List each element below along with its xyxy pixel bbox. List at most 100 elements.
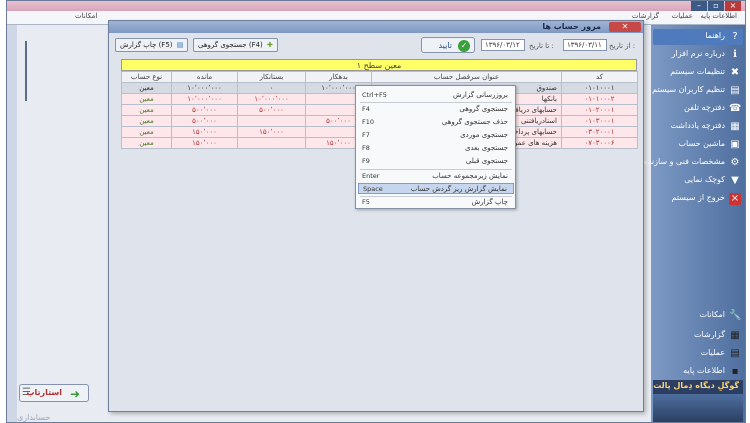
sidebar-item-notebook[interactable]: ▦ دفترچه یادداشت [653, 119, 743, 135]
exit-icon: × [729, 193, 741, 205]
confirm-label: تایید [438, 41, 452, 50]
phonebook-icon: ☎ [729, 103, 742, 114]
sidebar-item-label: راهنما [705, 31, 725, 40]
ctx-print-report[interactable]: چاپ گزارش F5 [358, 197, 514, 208]
window-controls: – ▫ × [691, 1, 741, 11]
ctx-shortcut: Ctrl+F5 [362, 91, 387, 99]
cell-kind: معین [121, 82, 172, 94]
ctx-shortcut: F9 [362, 157, 370, 165]
sidebar-item-label: درباره نرم افزار [671, 49, 725, 58]
close-report-button[interactable]: ✕ [609, 22, 641, 32]
confirm-button[interactable]: تایید ✓ [421, 37, 475, 53]
operations-icon: ▤ [730, 348, 740, 359]
cell-code: ۰۱۰۲۰۰۰۱ [561, 104, 638, 116]
close-window-button[interactable]: × [725, 1, 741, 11]
cell-code: ۰۱۰۱۰۰۰۲ [561, 93, 638, 105]
sidebar-bottom-reports[interactable]: ▦ گزارشات [653, 329, 743, 343]
ctx-label: نمایش گزارش ریز گردش حساب [410, 185, 507, 193]
specs-icon: ⚙ [730, 157, 740, 168]
group-search-button[interactable]: جستجوی گروهی (F4) ✚ [193, 38, 278, 52]
table-header-row: نوع حساب مانده بستانکار بدهکار عنوان سرف… [121, 71, 638, 83]
menu-reports[interactable]: گزارشات [632, 12, 659, 20]
cell-code: ۰۱۰۱۰۰۰۱ [561, 82, 638, 94]
cell-credit: ۰ [237, 82, 306, 94]
sidebar-item-users[interactable]: ▤ تنظیم کاربران سیستم [652, 83, 743, 99]
print-report-button[interactable]: چاپ گزارش (F5) ▤ [115, 38, 189, 52]
sidebar-item-exit[interactable]: × خروج از سیستم [653, 191, 743, 207]
sidebar-item-label: تنظیمات سیستم [670, 67, 725, 76]
ctx-next-search[interactable]: جستجوی بعدی F8 [358, 143, 514, 154]
level-title: معین سطح ۱ [121, 59, 637, 71]
sidebar-bottom-tools[interactable]: 🔧 امکانات [653, 309, 743, 323]
account-review-window: مرور حساب ها ✕ چاپ گزارش (F5) ▤ جستجوی گ… [108, 20, 644, 412]
col-title[interactable]: عنوان سرفصل حساب [371, 71, 562, 83]
col-credit[interactable]: بستانکار [237, 71, 306, 83]
sidebar-bottom-base-info[interactable]: ▪ اطلاعات پایه [653, 365, 743, 379]
sidebar-item-label: مشخصات فنی و سازنده [643, 157, 725, 166]
minimize-window-button[interactable]: – [691, 1, 707, 11]
sidebar-item-label: تنظیم کاربران سیستم [652, 85, 725, 94]
reports-icon: ▦ [730, 330, 740, 341]
brand-banner: گوگلِ دیگاه دِمال پالت [653, 380, 743, 394]
from-date-label: از تاریخ : [609, 42, 636, 50]
ctx-label: بروزرسانی گزارش [452, 91, 508, 99]
ctx-shortcut: F10 [362, 118, 375, 126]
ctx-item-search[interactable]: جستجوی موردی F7 [358, 130, 514, 141]
col-debit[interactable]: بدهکار [305, 71, 372, 83]
cell-balance: ۱۰٬۰۰۰٬۰۰۰ [171, 82, 238, 94]
ctx-divider [360, 169, 512, 170]
sidebar-item-about[interactable]: ℹ درباره نرم افزار [653, 47, 743, 63]
restore-window-button[interactable]: ▫ [708, 1, 724, 11]
ctx-label: جستجوی گروهی [459, 105, 508, 113]
col-code[interactable]: کد [561, 71, 638, 83]
cell-balance: ۱۵۰٬۰۰۰ [171, 137, 238, 149]
sidebar-item-settings[interactable]: ✖ تنظیمات سیستم [653, 65, 743, 81]
ctx-group-search[interactable]: جستجوی گروهی F4 [358, 104, 514, 115]
col-balance[interactable]: مانده [171, 71, 238, 83]
cell-balance: ۱۵۰٬۰۰۰ [171, 126, 238, 138]
ctx-shortcut: Enter [362, 172, 380, 180]
startup-button[interactable]: ☰ استارتاپ ➜ [19, 384, 89, 402]
ctx-divider [360, 102, 512, 103]
ctx-previous-search[interactable]: جستجوی قبلی F9 [358, 156, 514, 167]
cell-balance: ۵۰۰٬۰۰۰ [171, 104, 238, 116]
sidebar-item-specs[interactable]: ⚙ مشخصات فنی و سازنده [643, 155, 743, 171]
to-date-label: تا تاریخ : [529, 42, 554, 50]
menu-tools[interactable]: امکانات [75, 12, 97, 20]
ctx-label: چاپ گزارش [471, 198, 508, 206]
col-kind[interactable]: نوع حساب [121, 71, 172, 83]
ctx-show-subaccounts[interactable]: نمایش زیرمجموعه حساب Enter [358, 171, 514, 182]
menu-operations[interactable]: عملیات [672, 12, 693, 20]
app-titlebar: – ▫ × [7, 1, 745, 11]
ctx-refresh-report[interactable]: بروزرسانی گزارش Ctrl+F5 [358, 90, 514, 101]
cell-code: ۰۱۰۳۰۰۰۱ [561, 115, 638, 127]
help-icon: ? [732, 31, 738, 42]
sidebar-bottom-operations[interactable]: ▤ عملیات [653, 347, 743, 361]
footer-label: حسابداری [17, 413, 51, 422]
sidebar-item-help[interactable]: ? راهنما [653, 29, 743, 45]
sidebar-item-label: خروج از سیستم [671, 193, 725, 202]
ctx-show-account-detail[interactable]: نمایش گزارش ریز گردش حساب Space [358, 183, 514, 194]
notebook-icon: ▦ [730, 121, 740, 132]
ctx-label: حذف جستجوی گروهی [441, 118, 508, 126]
brand-text: گوگلِ دیگاه دِمال پالت [653, 381, 739, 390]
from-date-field[interactable]: ۱۳۹۶/۰۳/۱۱ [563, 39, 607, 51]
sidebar-bottom-label: اطلاعات پایه [683, 366, 725, 375]
sidebar-item-phonebook[interactable]: ☎ دفترچه تلفن [653, 101, 743, 117]
settings-icon: ✖ [730, 67, 740, 78]
sidebar-item-calculator[interactable]: ▣ ماشین حساب [653, 137, 743, 153]
sidebar-item-label: دفترچه یادداشت [670, 121, 725, 130]
sidebar-item-minimize[interactable]: ▼ کوچک نمایی [653, 173, 743, 189]
group-search-label: جستجوی گروهی (F4) [198, 41, 263, 49]
to-date-field[interactable]: ۱۳۹۶/۰۳/۱۲ [481, 39, 525, 51]
ctx-label: نمایش زیرمجموعه حساب [432, 172, 508, 180]
ctx-shortcut: F7 [362, 131, 370, 139]
context-menu: بروزرسانی گزارش Ctrl+F5 جستجوی گروهی F4 … [355, 85, 516, 209]
cell-kind: معین [121, 115, 172, 127]
menu-base-info[interactable]: اطلاعات پایه [700, 12, 737, 20]
sidebar: ? راهنما ℹ درباره نرم افزار ✖ تنظیمات سی… [643, 25, 745, 422]
info-icon: ℹ [733, 49, 737, 60]
ctx-remove-group-search[interactable]: حذف جستجوی گروهی F10 [358, 117, 514, 128]
startup-button-label: استارتاپ [26, 388, 62, 397]
ctx-label: جستجوی قبلی [465, 157, 508, 165]
